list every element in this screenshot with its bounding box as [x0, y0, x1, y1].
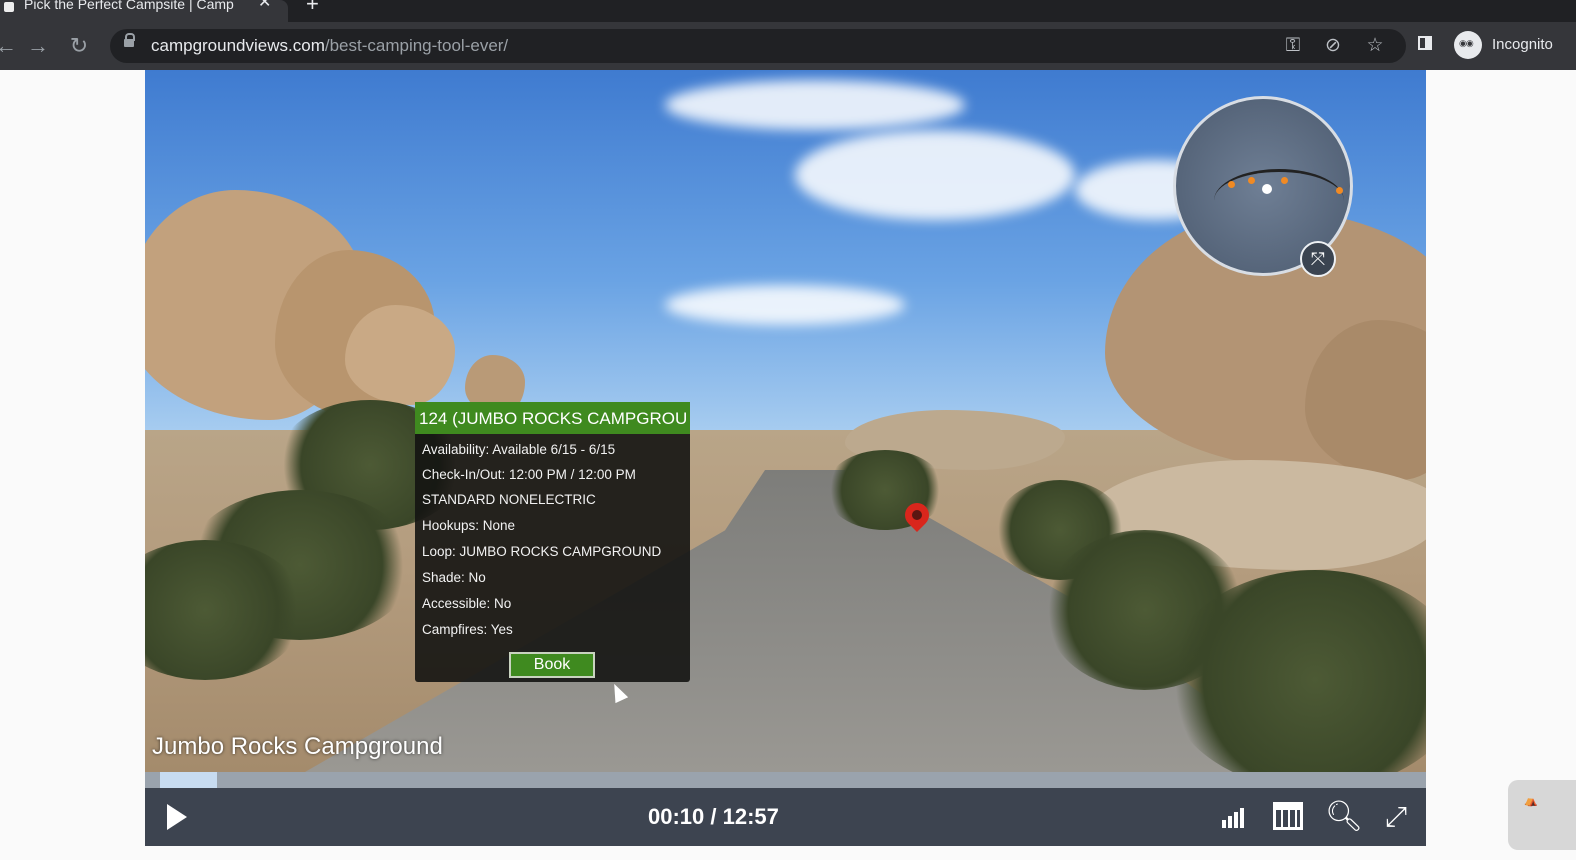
star-icon[interactable]: ☆ [1362, 33, 1388, 59]
cloud [665, 80, 965, 130]
video-controls: 00:10 / 12:57 🔍︎ ⤢ [145, 788, 1426, 846]
video-progress-fill [160, 772, 217, 788]
minimap-position-marker [1262, 184, 1272, 194]
fullscreen-icon[interactable]: ⤢ [1379, 800, 1413, 834]
popup-checkin: Check-In/Out: 12:00 PM / 12:00 PM [422, 467, 636, 482]
video-progress-bar[interactable] [145, 772, 1426, 788]
favicon-icon [4, 2, 14, 12]
campground-views-logo: ⛺ [1508, 780, 1576, 850]
minimap-site-marker[interactable] [1248, 177, 1255, 184]
minimap-site-marker[interactable] [1281, 177, 1288, 184]
minimap-expand-icon[interactable]: ⤧ [1300, 241, 1336, 277]
popup-title: 124 (JUMBO ROCKS CAMPGROU [415, 402, 690, 434]
boulder [345, 305, 455, 405]
browser-toolbar: ← → ↻ campgroundviews.com/best-camping-t… [0, 22, 1576, 70]
popup-loop: Loop: JUMBO ROCKS CAMPGROUND [422, 544, 662, 559]
popup-accessible: Accessible: No [422, 596, 512, 611]
eye-off-icon[interactable]: ⊘ [1320, 33, 1346, 59]
close-tab-icon[interactable]: ✕ [258, 0, 271, 12]
lock-icon [124, 33, 135, 47]
logo-mark-icon: ⛺ [1524, 795, 1538, 807]
back-button[interactable]: ← [0, 32, 20, 60]
url-path: /best-camping-tool-ever/ [324, 36, 509, 55]
popup-campfires: Campfires: Yes [422, 622, 513, 637]
cloud [795, 130, 1075, 220]
incognito-label[interactable]: Incognito [1492, 36, 1553, 53]
reload-button[interactable]: ↻ [65, 32, 93, 60]
campsite-info-popup: 124 (JUMBO ROCKS CAMPGROU Availability: … [415, 402, 690, 682]
popup-availability: Availability: Available 6/15 - 6/15 [422, 442, 616, 457]
tab-title: Pick the Perfect Campsite | Camp [24, 0, 234, 12]
new-tab-button[interactable]: + [306, 0, 319, 15]
popup-hookups: Hookups: None [422, 518, 516, 533]
browser-tab[interactable]: Pick the Perfect Campsite | Camp ✕ [0, 0, 288, 22]
book-button[interactable]: Book [509, 652, 595, 678]
incognito-icon[interactable] [1454, 31, 1482, 59]
browser-tab-strip: Pick the Perfect Campsite | Camp ✕ + [0, 0, 1576, 22]
popup-shade: Shade: No [422, 570, 486, 585]
minimap-site-marker[interactable] [1228, 181, 1235, 188]
side-panel-icon[interactable] [1416, 34, 1436, 54]
url-host: campgroundviews.com [151, 36, 325, 55]
panorama-viewer[interactable]: ⤧ 124 (JUMBO ROCKS CAMPGROU Availability… [145, 70, 1426, 772]
cloud [665, 285, 905, 325]
key-icon[interactable]: ⚿ [1280, 33, 1306, 59]
video-caption: Jumbo Rocks Campground [152, 733, 443, 760]
video-timecode: 00:10 / 12:57 [648, 804, 779, 829]
search-icon[interactable]: 🔍︎ [1325, 800, 1363, 834]
minimap-site-marker[interactable] [1336, 187, 1343, 194]
address-bar[interactable]: campgroundviews.com/best-camping-tool-ev… [110, 29, 1406, 63]
minimap-route [1214, 169, 1344, 232]
play-icon[interactable] [167, 804, 187, 830]
forward-button[interactable]: → [24, 32, 52, 60]
popup-site-type: STANDARD NONELECTRIC [422, 492, 596, 507]
calendar-icon[interactable] [1273, 802, 1303, 830]
quality-bars-icon[interactable] [1218, 800, 1252, 834]
url-text: campgroundviews.com/best-camping-tool-ev… [151, 36, 508, 56]
